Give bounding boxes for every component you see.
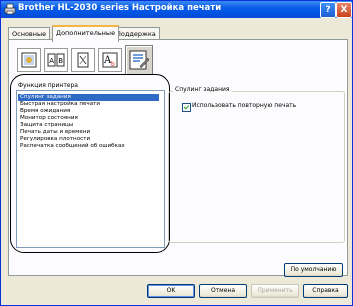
- list-item[interactable]: Монитор состояния: [18, 115, 78, 122]
- title-close-button[interactable]: X: [336, 2, 352, 18]
- page-layout-button[interactable]: A B: [44, 48, 68, 72]
- watermark-button[interactable]: [17, 48, 41, 72]
- apply-button: Применить: [251, 284, 299, 298]
- device-options-button[interactable]: [125, 45, 153, 75]
- list-item[interactable]: Печать даты и времени: [18, 129, 90, 136]
- title-bar: Brother HL-2030 series Настройка печати …: [1, 1, 352, 18]
- help-button[interactable]: Справка: [303, 284, 348, 298]
- job-spooling-group-label: Спулинг задания: [173, 86, 232, 93]
- title-help-button[interactable]: ?: [320, 2, 336, 18]
- printing-preferences-window: Brother HL-2030 series Настройка печати …: [0, 0, 353, 306]
- font-substitution-button[interactable]: A b: [98, 48, 122, 72]
- watermark-icon: [21, 52, 37, 68]
- list-item[interactable]: Защита страницы: [18, 122, 73, 129]
- page-layout-icon: A B: [47, 53, 65, 67]
- cancel-button[interactable]: Отмена: [199, 284, 247, 298]
- list-item[interactable]: Регулировка плотности: [18, 136, 90, 143]
- tab-advanced[interactable]: Дополнительные: [52, 25, 120, 42]
- use-reprint-checkbox[interactable]: [182, 103, 191, 112]
- list-item[interactable]: Быстрая настройка печати: [18, 101, 100, 108]
- list-item[interactable]: Спулинг задания: [18, 94, 159, 101]
- window-title: Brother HL-2030 series Настройка печати: [18, 3, 222, 13]
- job-spooling-group: [168, 91, 345, 243]
- printer-icon: [4, 3, 16, 15]
- default-settings-button[interactable]: По умолчанию: [284, 263, 343, 277]
- use-reprint-label[interactable]: Использовать повторную печать: [192, 102, 296, 109]
- device-options-icon: [129, 50, 150, 70]
- duplex-print-button[interactable]: [71, 48, 95, 72]
- font-substitution-icon: A b: [102, 52, 118, 68]
- printer-function-label: Функция принтера: [18, 82, 78, 89]
- printer-function-list[interactable]: Спулинг задания Быстрая настройка печати…: [16, 90, 165, 248]
- ok-button[interactable]: OK: [147, 284, 195, 298]
- svg-text:B: B: [58, 57, 63, 65]
- list-item[interactable]: Распечатка сообщений об ошибках: [18, 143, 125, 150]
- duplex-print-icon: [77, 52, 89, 68]
- svg-text:b: b: [111, 61, 115, 68]
- list-item[interactable]: Время ожидания: [18, 108, 70, 115]
- svg-text:A: A: [49, 57, 54, 65]
